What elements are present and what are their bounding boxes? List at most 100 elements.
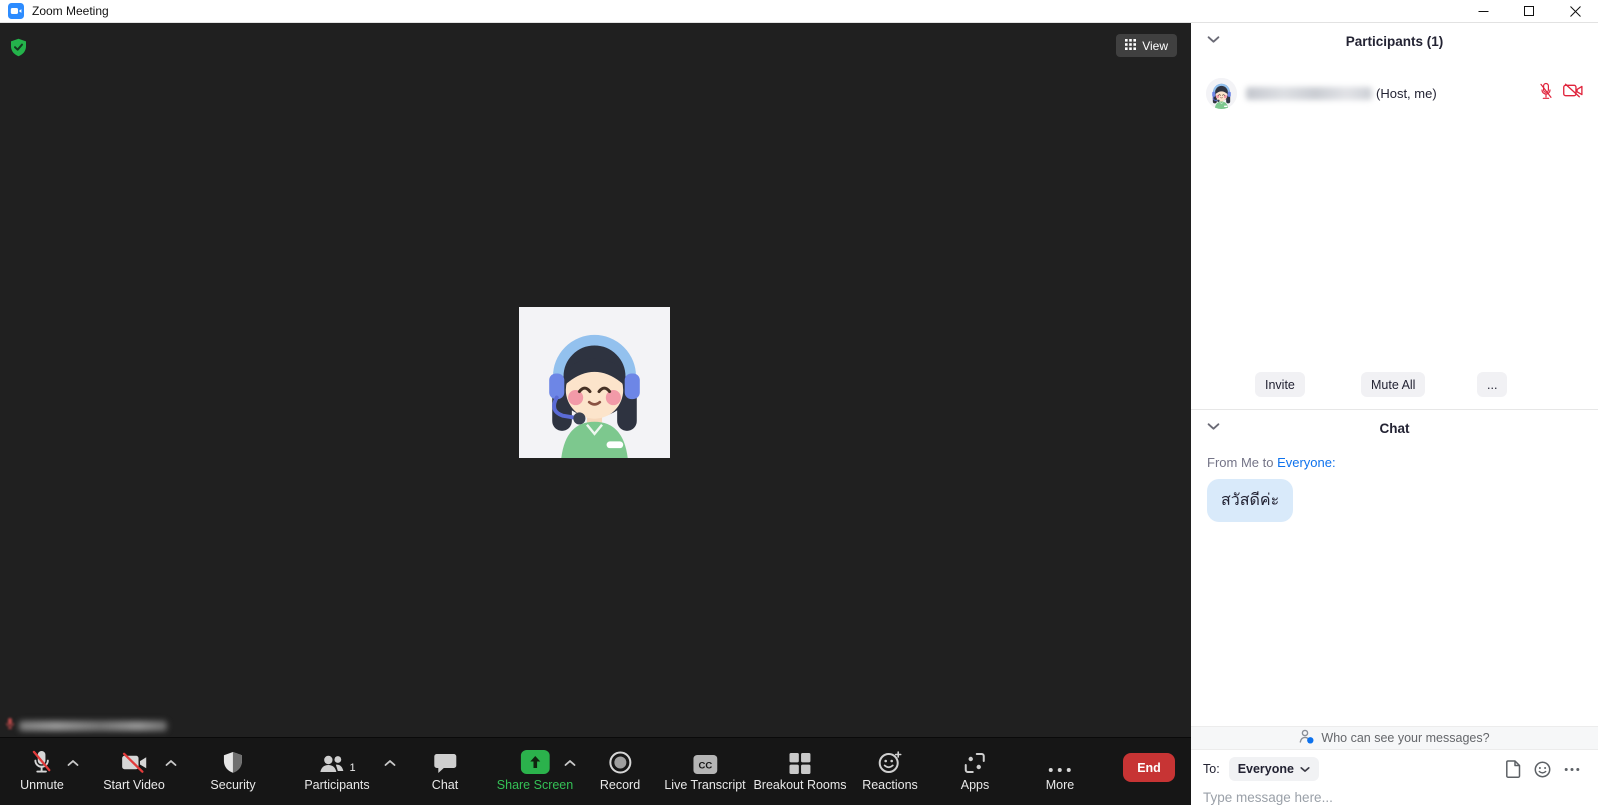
redacted-name-blur <box>19 720 167 731</box>
video-off-icon <box>121 747 147 774</box>
breakout-rooms-icon <box>789 747 811 774</box>
view-button-label: View <box>1142 38 1168 53</box>
attach-file-icon[interactable] <box>1506 760 1521 778</box>
start-video-label: Start Video <box>103 778 165 792</box>
participants-options-caret[interactable] <box>384 759 396 767</box>
recipient-value: Everyone <box>1237 762 1294 776</box>
window-controls <box>1460 0 1598 22</box>
from-prefix: From Me to <box>1207 455 1278 470</box>
meeting-stage-column: View Unmute Start Video Security 1 Parti… <box>0 23 1191 805</box>
apps-label: Apps <box>960 778 990 792</box>
view-button[interactable]: View <box>1116 34 1177 57</box>
chat-bubble-icon <box>434 747 457 774</box>
recipient-dropdown[interactable]: Everyone <box>1228 757 1319 781</box>
security-button[interactable]: Security <box>210 747 256 792</box>
share-screen-label: Share Screen <box>496 778 574 792</box>
participant-avatar <box>1206 77 1237 109</box>
participants-label: Participants <box>304 778 370 792</box>
encryption-shield-icon[interactable] <box>10 38 27 62</box>
chat-header: Chat <box>1191 410 1598 446</box>
share-screen-button[interactable]: Share Screen <box>497 747 573 792</box>
from-target-link[interactable]: Everyone: <box>1277 455 1336 470</box>
chat-scroll-area <box>1191 522 1598 726</box>
message-meta: From Me to Everyone: <box>1207 455 1582 470</box>
chat-message-bubble: สวัสดีค่ะ <box>1207 479 1294 522</box>
security-label: Security <box>210 778 256 792</box>
unmute-label: Unmute <box>20 778 64 792</box>
side-panel: Participants (1) (Host, me) Invite Mute … <box>1191 23 1598 805</box>
cc-icon: CC <box>693 747 717 774</box>
meeting-toolbar: Unmute Start Video Security 1 Participan… <box>0 737 1191 805</box>
end-meeting-button[interactable]: End <box>1123 753 1175 782</box>
start-video-button[interactable]: Start Video <box>103 747 165 792</box>
recipient-caret-icon <box>1300 766 1310 772</box>
muted-mic-small-icon <box>4 717 16 735</box>
record-label: Record <box>599 778 641 792</box>
participants-count-badge: 1 <box>349 762 356 774</box>
person-privacy-icon <box>1299 729 1314 747</box>
breakout-rooms-button[interactable]: Breakout Rooms <box>753 747 847 792</box>
compose-header: To: Everyone <box>1191 750 1598 788</box>
reactions-button[interactable]: Reactions <box>862 747 918 792</box>
mic-off-red-icon <box>1538 82 1554 105</box>
participants-section: Participants (1) (Host, me) Invite Mute … <box>1191 23 1598 410</box>
to-label: To: <box>1203 762 1220 776</box>
chat-title: Chat <box>1379 420 1410 436</box>
security-shield-icon <box>223 747 244 774</box>
participant-video-tile <box>519 307 670 458</box>
maximize-button[interactable] <box>1506 0 1552 22</box>
emoji-icon[interactable] <box>1534 761 1551 778</box>
participants-title: Participants (1) <box>1345 33 1444 49</box>
chat-message-input[interactable] <box>1203 790 1586 805</box>
reactions-label: Reactions <box>862 778 918 792</box>
invite-button[interactable]: Invite <box>1255 372 1305 397</box>
record-button[interactable]: Record <box>600 747 640 792</box>
more-label: More <box>1045 778 1075 792</box>
window-title: Zoom Meeting <box>32 4 109 18</box>
chat-label: Chat <box>431 778 459 792</box>
participants-more-button[interactable]: ... <box>1477 372 1508 397</box>
participant-name-tag <box>4 717 167 735</box>
live-transcript-button[interactable]: CC Live Transcript <box>664 747 746 792</box>
collapse-chat-chevron-icon[interactable] <box>1207 422 1220 431</box>
privacy-notice-text: Who can see your messages? <box>1321 731 1490 745</box>
participants-button[interactable]: 1 Participants <box>304 747 370 792</box>
zoom-app-icon <box>8 3 24 19</box>
apps-icon <box>964 747 986 774</box>
more-dots-icon <box>1047 747 1073 774</box>
main-area: View Unmute Start Video Security 1 Parti… <box>0 23 1598 805</box>
more-button[interactable]: More <box>1046 747 1074 792</box>
unmute-options-caret[interactable] <box>67 759 79 767</box>
participants-actions: Invite Mute All ... <box>1191 372 1598 397</box>
title-bar: Zoom Meeting <box>0 0 1598 23</box>
apps-button[interactable]: Apps <box>960 747 990 792</box>
redacted-participant-name <box>1246 86 1372 100</box>
chat-section: Chat From Me to Everyone: สวัสดีค่ะ Who … <box>1191 410 1598 805</box>
record-icon <box>608 747 631 774</box>
camera-off-red-icon <box>1563 83 1583 103</box>
compose-more-icon[interactable] <box>1564 767 1580 772</box>
participant-role-suffix: (Host, me) <box>1376 85 1437 101</box>
zoom-meeting-window: Zoom Meeting View Unmute Start Video Sec… <box>0 0 1598 805</box>
participants-icon: 1 <box>318 747 356 774</box>
mic-muted-icon <box>31 747 54 774</box>
close-button[interactable] <box>1552 0 1598 22</box>
live-transcript-label: Live Transcript <box>664 778 746 792</box>
chat-button[interactable]: Chat <box>432 747 458 792</box>
participant-av-state <box>1538 82 1583 105</box>
compose-actions <box>1506 760 1580 778</box>
unmute-button[interactable]: Unmute <box>20 747 64 792</box>
collapse-participants-chevron-icon[interactable] <box>1207 35 1220 44</box>
participant-row[interactable]: (Host, me) <box>1206 75 1583 111</box>
share-screen-icon <box>520 747 550 774</box>
privacy-notice-bar[interactable]: Who can see your messages? <box>1191 726 1598 750</box>
reactions-smiley-icon <box>878 747 902 774</box>
avatar <box>519 307 670 458</box>
mute-all-button[interactable]: Mute All <box>1361 372 1426 397</box>
minimize-button[interactable] <box>1460 0 1506 22</box>
grid-view-icon <box>1125 38 1137 53</box>
video-options-caret[interactable] <box>165 759 177 767</box>
participants-header: Participants (1) <box>1191 23 1598 59</box>
breakout-rooms-label: Breakout Rooms <box>753 778 847 792</box>
share-options-caret[interactable] <box>564 759 576 767</box>
